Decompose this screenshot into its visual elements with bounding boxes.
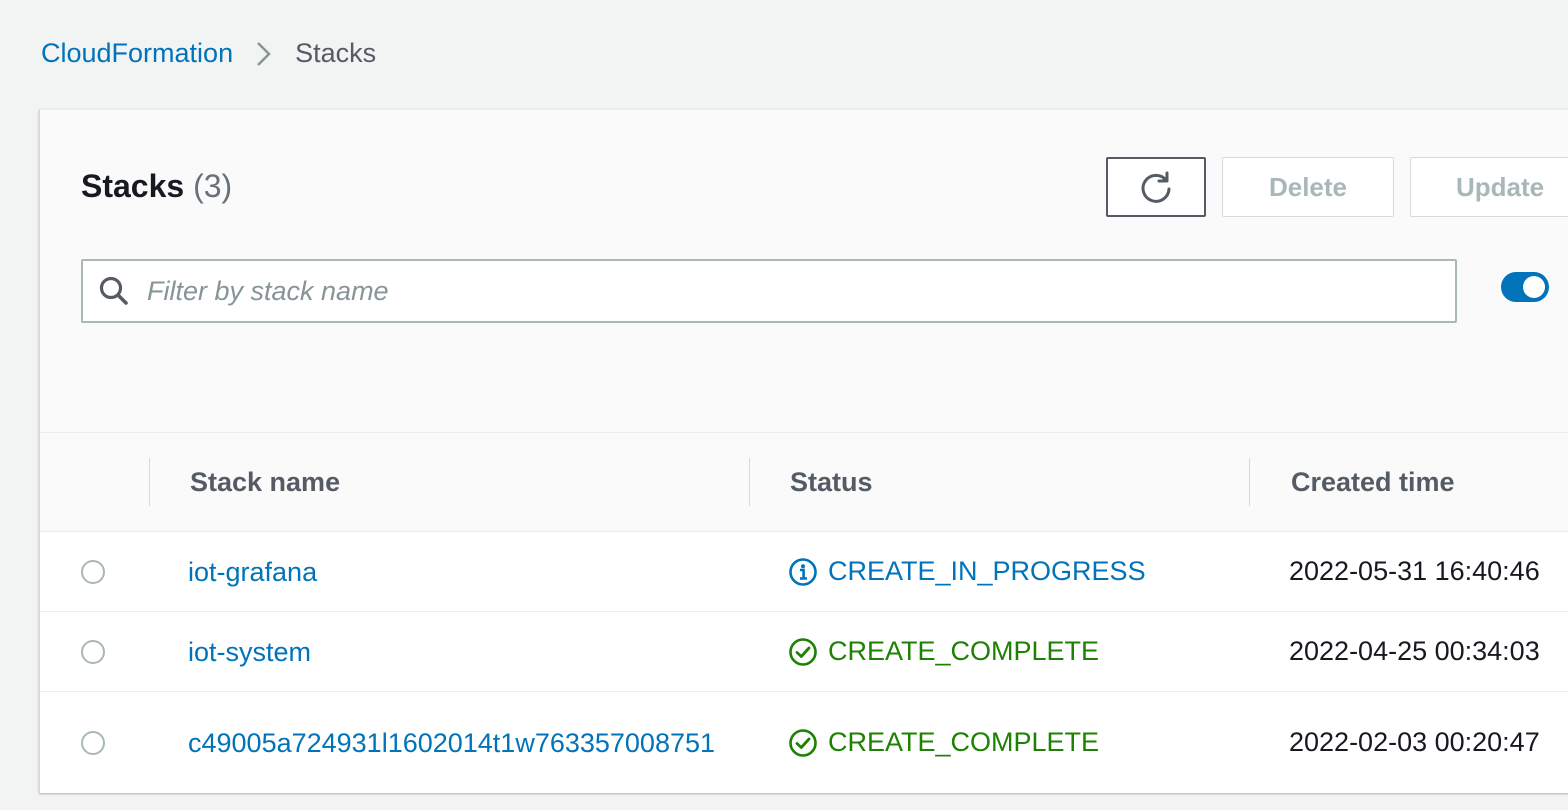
stack-name-link[interactable]: iot-system — [188, 612, 728, 691]
status-cell: CREATE_IN_PROGRESS — [788, 532, 1146, 611]
created-time: 2022-02-03 00:20:47 — [1289, 727, 1540, 757]
column-divider — [1249, 458, 1250, 506]
panel-title-text: Stacks — [81, 168, 185, 204]
stacks-panel: Stacks (3) Delete Update Filter by stack… — [39, 109, 1568, 793]
search-box — [81, 259, 1457, 323]
stacks-table: Stack name Status Created time iot-grafa… — [40, 432, 1568, 793]
stack-name-link[interactable]: iot-grafana — [188, 532, 728, 611]
table-row: iot-grafana CREATE_IN_PROGRESS 2022-05-3… — [40, 532, 1568, 612]
status-text: CREATE_COMPLETE — [828, 727, 1100, 757]
table-row: c49005a724931l1602014t1w763357008751 CRE… — [40, 692, 1568, 793]
table-header: Stack name Status Created time — [40, 433, 1568, 532]
search-icon — [97, 274, 131, 308]
refresh-icon — [1138, 169, 1174, 205]
toggle-knob — [1523, 276, 1545, 298]
column-header-stack-name[interactable]: Stack name — [190, 433, 340, 531]
column-header-status[interactable]: Status — [790, 433, 873, 531]
created-time: 2022-04-25 00:34:03 — [1289, 636, 1540, 666]
breadcrumb: CloudFormation Stacks — [41, 38, 376, 69]
created-time: 2022-05-31 16:40:46 — [1289, 556, 1540, 586]
status-text: CREATE_IN_PROGRESS — [828, 556, 1146, 586]
row-radio[interactable] — [81, 730, 105, 755]
status-cell: CREATE_COMPLETE — [788, 692, 1099, 793]
check-circle-icon — [788, 637, 818, 667]
row-select-cell — [81, 612, 105, 691]
row-select-cell — [81, 532, 105, 611]
search-input[interactable] — [145, 274, 1429, 308]
page-title: Stacks (3) — [81, 168, 232, 205]
column-divider — [749, 458, 750, 506]
status-cell: CREATE_COMPLETE — [788, 612, 1099, 691]
breadcrumb-cloudformation-link[interactable]: CloudFormation — [41, 38, 233, 69]
update-button[interactable]: Update — [1410, 157, 1568, 217]
refresh-button[interactable] — [1106, 157, 1206, 217]
column-header-created-time[interactable]: Created time — [1291, 433, 1455, 531]
row-radio[interactable] — [81, 639, 105, 664]
panel-header: Stacks (3) Delete Update — [40, 110, 1568, 432]
row-select-cell — [81, 692, 105, 793]
stack-name-link[interactable]: c49005a724931l1602014t1w763357008751 — [188, 692, 728, 793]
column-divider — [149, 458, 150, 506]
toggle-switch[interactable] — [1501, 272, 1549, 302]
chevron-right-icon — [255, 40, 273, 68]
check-circle-icon — [788, 728, 818, 758]
row-radio[interactable] — [81, 559, 105, 584]
info-icon — [788, 557, 818, 587]
stack-count: (3) — [193, 168, 233, 204]
table-row: iot-system CREATE_COMPLETE 2022-04-25 00… — [40, 612, 1568, 692]
breadcrumb-current: Stacks — [295, 38, 377, 68]
delete-button[interactable]: Delete — [1222, 157, 1394, 217]
status-text: CREATE_COMPLETE — [828, 636, 1100, 666]
